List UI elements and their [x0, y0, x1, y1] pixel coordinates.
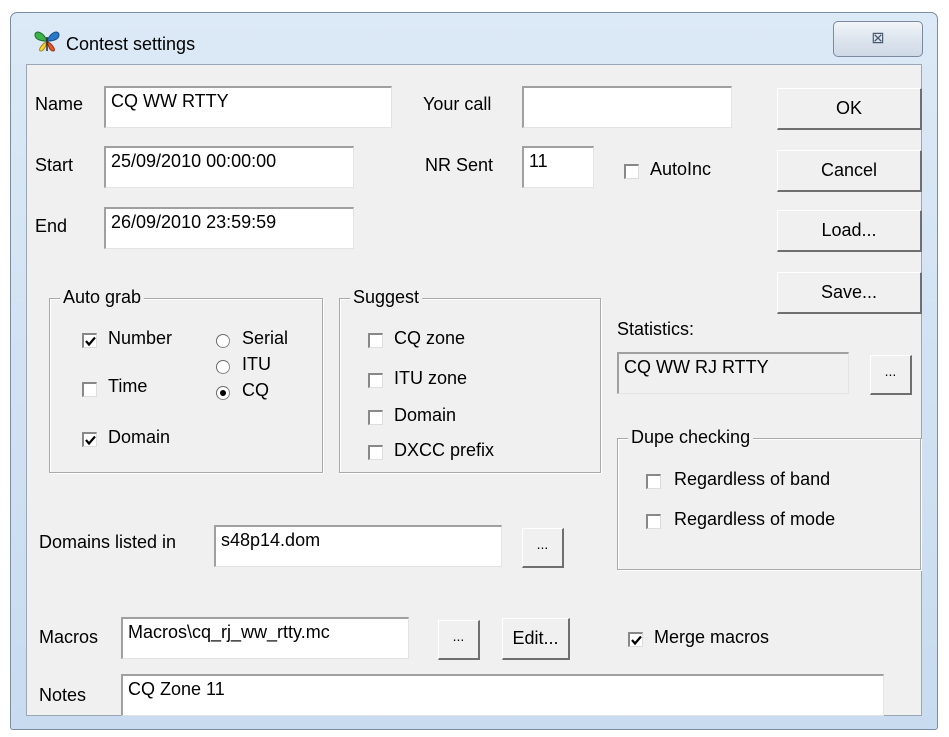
regardless-of-band-checkbox[interactable] — [646, 474, 661, 489]
your-call-input[interactable] — [522, 86, 732, 128]
your-call-label: Your call — [423, 94, 492, 114]
nr-sent-input[interactable]: 11 — [522, 146, 594, 188]
ok-button[interactable]: OK — [777, 88, 922, 130]
itu-radio[interactable] — [216, 360, 230, 374]
suggest-cq-zone-label: CQ zone — [394, 328, 466, 348]
check-mark-icon — [631, 635, 642, 646]
suggest-itu-zone-checkbox[interactable] — [368, 373, 383, 388]
number-label: Number — [108, 328, 173, 348]
title-bar[interactable]: Contest settings ⊠ — [11, 13, 937, 61]
suggest-title: Suggest — [350, 287, 423, 308]
itu-label: ITU — [242, 354, 271, 374]
macros-browse-button[interactable]: ... — [438, 620, 480, 660]
close-icon: ⊠ — [871, 28, 885, 47]
statistics-field[interactable]: CQ WW RJ RTTY — [617, 352, 849, 394]
domain-checkbox[interactable] — [82, 432, 97, 447]
regardless-of-mode-checkbox[interactable] — [646, 514, 661, 529]
check-mark-icon — [85, 336, 96, 347]
load-button[interactable]: Load... — [777, 210, 922, 252]
dialog-client-area: Name CQ WW RTTY Your call OK Start 25/09… — [26, 64, 922, 716]
auto-grab-title: Auto grab — [60, 287, 145, 308]
autoinc-label: AutoInc — [650, 159, 712, 179]
cancel-button[interactable]: Cancel — [777, 150, 922, 192]
time-checkbox[interactable] — [82, 382, 97, 397]
suggest-cq-zone-checkbox[interactable] — [368, 333, 383, 348]
merge-macros-checkbox[interactable] — [628, 632, 643, 647]
end-label: End — [35, 216, 68, 236]
close-button[interactable]: ⊠ — [833, 21, 923, 57]
save-button[interactable]: Save... — [777, 272, 922, 314]
cq-label: CQ — [242, 380, 269, 400]
name-input[interactable]: CQ WW RTTY — [104, 86, 392, 128]
autoinc-checkbox[interactable] — [624, 164, 639, 179]
merge-macros-label: Merge macros — [654, 627, 770, 647]
suggest-dxcc-prefix-label: DXCC prefix — [394, 440, 495, 460]
domains-browse-button[interactable]: ... — [522, 528, 564, 568]
notes-input[interactable]: CQ Zone 11 — [121, 674, 884, 716]
domains-label: Domains listed in — [39, 532, 177, 552]
suggest-domain-label: Domain — [394, 405, 457, 425]
name-label: Name — [35, 94, 84, 114]
contest-settings-window: Contest settings ⊠ Name CQ WW RTTY Your … — [10, 12, 938, 730]
butterfly-icon — [34, 31, 60, 52]
regardless-of-mode-label: Regardless of mode — [674, 509, 836, 529]
suggest-domain-checkbox[interactable] — [368, 410, 383, 425]
end-input[interactable]: 26/09/2010 23:59:59 — [104, 207, 354, 249]
edit-macros-button[interactable]: Edit... — [502, 618, 570, 660]
regardless-of-band-label: Regardless of band — [674, 469, 831, 489]
serial-label: Serial — [242, 328, 289, 348]
statistics-browse-button[interactable]: ... — [870, 355, 912, 395]
macros-input[interactable]: Macros\cq_rj_ww_rtty.mc — [121, 617, 409, 659]
dupe-checking-group: Dupe checking Regardless of band Regardl… — [617, 427, 921, 570]
domains-input[interactable]: s48p14.dom — [214, 525, 502, 567]
nr-sent-label: NR Sent — [425, 155, 494, 175]
macros-label: Macros — [39, 627, 99, 647]
radio-dot-icon — [220, 390, 226, 396]
suggest-dxcc-prefix-checkbox[interactable] — [368, 445, 383, 460]
statistics-label: Statistics: — [617, 319, 695, 339]
check-mark-icon — [85, 435, 96, 446]
cq-radio[interactable] — [216, 386, 230, 400]
window-title: Contest settings — [66, 34, 196, 54]
suggest-itu-zone-label: ITU zone — [394, 368, 468, 388]
time-label: Time — [108, 376, 148, 396]
number-checkbox[interactable] — [82, 333, 97, 348]
notes-label: Notes — [39, 685, 87, 705]
dupe-checking-title: Dupe checking — [628, 427, 754, 448]
start-label: Start — [35, 155, 74, 175]
serial-radio[interactable] — [216, 334, 230, 348]
start-input[interactable]: 25/09/2010 00:00:00 — [104, 146, 354, 188]
domain-label: Domain — [108, 427, 171, 447]
suggest-group: Suggest CQ zone ITU zone Domain DXCC pre… — [339, 287, 601, 473]
auto-grab-group: Auto grab Number Time Domain Serial ITU … — [49, 287, 323, 473]
